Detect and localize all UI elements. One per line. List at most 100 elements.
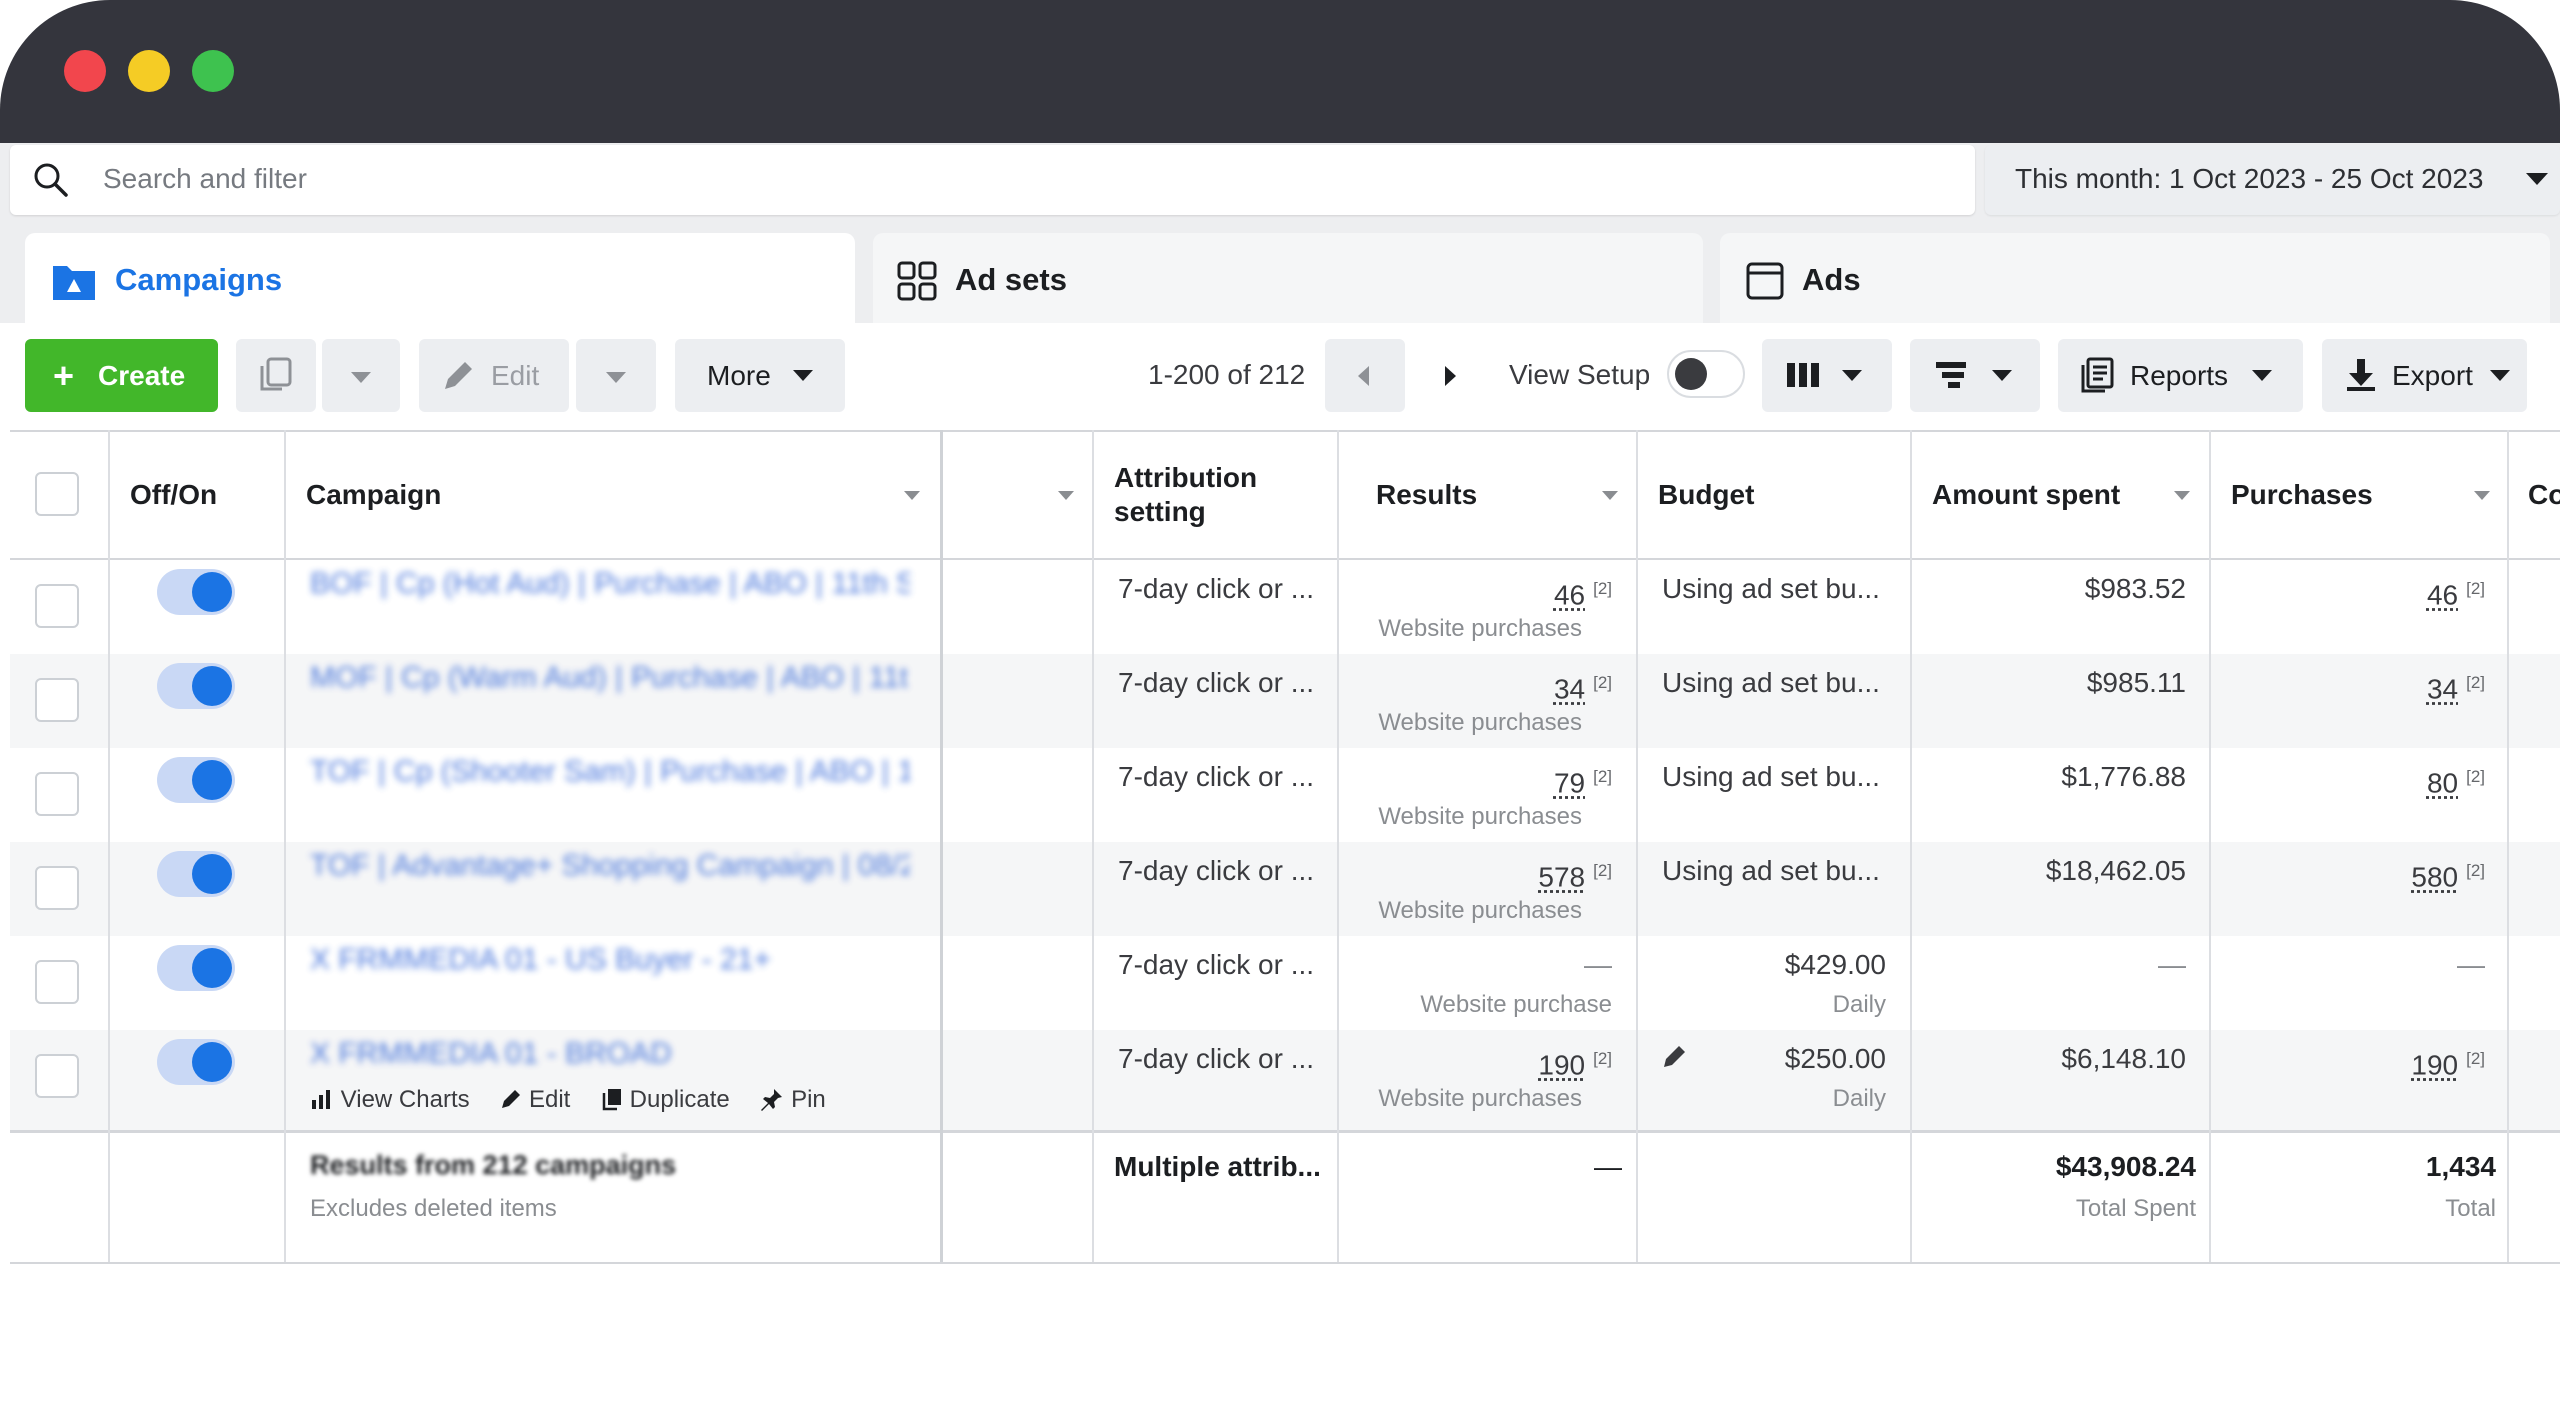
totals-results: — bbox=[1594, 1151, 1622, 1182]
purchases-cell[interactable]: 190 [2] bbox=[2411, 1042, 2485, 1082]
close-window-button[interactable] bbox=[64, 50, 106, 92]
reports-button-label: Reports bbox=[2130, 360, 2229, 391]
amount-spent-cell: — bbox=[2158, 949, 2186, 980]
sort-caret-icon[interactable] bbox=[904, 491, 920, 500]
results-subtext: Website purchases bbox=[1378, 709, 1582, 736]
chevron-down-icon bbox=[2526, 173, 2548, 185]
sort-caret-icon[interactable] bbox=[1602, 491, 1618, 500]
campaign-toggle[interactable] bbox=[157, 851, 235, 897]
export-button[interactable]: Export bbox=[2322, 339, 2527, 412]
column-header-budget[interactable]: Budget bbox=[1658, 430, 1888, 560]
duplicate-label: Duplicate bbox=[629, 1086, 730, 1113]
duplicate-icon bbox=[602, 1089, 621, 1111]
campaign-name-link[interactable]: X FRMMEDIA 01 - US Buyer - 21+ bbox=[310, 943, 910, 977]
next-page-button[interactable] bbox=[1410, 339, 1490, 412]
campaign-toggle[interactable] bbox=[157, 663, 235, 709]
duplicate-action[interactable]: Duplicate bbox=[601, 1084, 730, 1116]
ads-window-icon bbox=[1746, 262, 1784, 300]
row-checkbox[interactable] bbox=[35, 960, 79, 1004]
results-cell[interactable]: 190 [2] bbox=[1538, 1042, 1612, 1082]
campaign-name-link[interactable]: TOF | Advantage+ Shopping Campaign | 08/… bbox=[310, 849, 910, 883]
campaigns-folder-icon bbox=[53, 266, 95, 300]
purchases-cell[interactable]: 580 [2] bbox=[2411, 854, 2485, 894]
column-header-results[interactable]: Results bbox=[1376, 430, 1606, 560]
reports-button[interactable]: Reports bbox=[2058, 339, 2303, 412]
column-label: Attribution setting bbox=[1114, 462, 1258, 527]
sort-caret-icon[interactable] bbox=[1058, 491, 1074, 500]
campaign-name-link[interactable]: TOF | Cp (Shooter Sam) | Purchase | ABO … bbox=[310, 755, 910, 789]
columns-button[interactable] bbox=[1762, 339, 1892, 412]
results-cell[interactable]: 578 [2] bbox=[1538, 854, 1612, 894]
tab-ad-sets[interactable]: Ad sets bbox=[873, 233, 1703, 333]
date-range-picker[interactable]: This month: 1 Oct 2023 - 25 Oct 2023 bbox=[1985, 145, 2560, 215]
view-charts-action[interactable]: View Charts bbox=[310, 1084, 470, 1116]
toggle-knob bbox=[192, 854, 232, 894]
column-header-attribution[interactable]: Attribution setting bbox=[1114, 430, 1324, 560]
previous-page-button[interactable] bbox=[1325, 339, 1405, 412]
results-cell[interactable]: 79 [2] bbox=[1554, 760, 1612, 800]
purchases-cell[interactable]: 46 [2] bbox=[2427, 572, 2485, 612]
column-header-campaign[interactable]: Campaign bbox=[306, 430, 926, 560]
breakdown-button[interactable] bbox=[1910, 339, 2040, 412]
campaign-toggle[interactable] bbox=[157, 757, 235, 803]
pin-action[interactable]: Pin bbox=[760, 1084, 826, 1116]
toggle-knob bbox=[1675, 358, 1707, 390]
duplicate-options-dropdown[interactable] bbox=[322, 339, 400, 412]
campaign-toggle[interactable] bbox=[157, 569, 235, 615]
purchases-value: 80 bbox=[2426, 767, 2459, 799]
create-button[interactable]: + Create bbox=[25, 339, 218, 412]
row-checkbox[interactable] bbox=[35, 584, 79, 628]
column-label: Campaign bbox=[306, 479, 442, 510]
columns-icon bbox=[1787, 363, 1819, 387]
divider bbox=[1910, 430, 1912, 1262]
campaign-name-link[interactable]: BOF | Cp (Hot Aud) | Purchase | ABO | 11… bbox=[310, 567, 910, 601]
row-checkbox[interactable] bbox=[35, 866, 79, 910]
budget-subtext: Daily bbox=[1832, 1085, 1886, 1112]
chevron-down-icon bbox=[1992, 370, 2012, 381]
campaign-name-link[interactable]: X FRMMEDIA 01 - BROAD bbox=[310, 1037, 910, 1071]
more-button[interactable]: More bbox=[675, 339, 845, 412]
row-checkbox[interactable] bbox=[35, 772, 79, 816]
purchases-value: 190 bbox=[2411, 1049, 2459, 1081]
search-input[interactable]: Search and filter bbox=[10, 145, 1975, 215]
column-header-purchases[interactable]: Purchases bbox=[2231, 430, 2481, 560]
pagination-text: 1-200 of 212 bbox=[1148, 359, 1306, 390]
chevron-down-icon bbox=[2490, 370, 2510, 381]
tab-ads[interactable]: Ads bbox=[1720, 233, 2550, 333]
chevron-down-icon bbox=[793, 370, 813, 381]
column-label: Purchases bbox=[2231, 479, 2373, 510]
results-cell[interactable]: 34 [2] bbox=[1554, 666, 1612, 706]
column-header-amount-spent[interactable]: Amount spent bbox=[1932, 430, 2182, 560]
minimize-window-button[interactable] bbox=[128, 50, 170, 92]
row-checkbox[interactable] bbox=[35, 678, 79, 722]
duplicate-button[interactable] bbox=[236, 339, 316, 412]
purchases-value: 580 bbox=[2411, 861, 2459, 893]
column-header-off-on[interactable]: Off/On bbox=[130, 430, 280, 560]
purchases-cell[interactable]: 80 [2] bbox=[2427, 760, 2485, 800]
tab-ad-sets-label: Ad sets bbox=[955, 262, 1067, 297]
edit-button-label: Edit bbox=[491, 360, 540, 391]
campaign-toggle[interactable] bbox=[157, 945, 235, 991]
pencil-icon[interactable] bbox=[1662, 1043, 1688, 1069]
select-all-checkbox[interactable] bbox=[35, 472, 79, 516]
divider bbox=[284, 430, 286, 1262]
column-header-next[interactable]: Co bbox=[2528, 430, 2560, 560]
results-cell[interactable]: 46 [2] bbox=[1554, 572, 1612, 612]
purchases-cell: — bbox=[2457, 949, 2485, 980]
maximize-window-button[interactable] bbox=[192, 50, 234, 92]
campaign-name-link[interactable]: MOF | Cp (Warm Aud) | Purchase | ABO | 1… bbox=[310, 661, 910, 695]
view-setup-toggle[interactable] bbox=[1667, 350, 1745, 398]
purchases-cell[interactable]: 34 [2] bbox=[2427, 666, 2485, 706]
row-checkbox[interactable] bbox=[35, 1054, 79, 1098]
edit-action[interactable]: Edit bbox=[500, 1084, 570, 1116]
tab-campaigns[interactable]: Campaigns bbox=[25, 233, 855, 333]
chevron-right-icon bbox=[1445, 366, 1456, 386]
edit-button[interactable]: Edit bbox=[419, 339, 569, 412]
edit-options-dropdown[interactable] bbox=[576, 339, 656, 412]
campaign-toggle[interactable] bbox=[157, 1039, 235, 1085]
sort-caret-icon[interactable] bbox=[2474, 491, 2490, 500]
sort-caret-icon[interactable] bbox=[2174, 491, 2190, 500]
divider bbox=[1636, 430, 1638, 1262]
divider bbox=[10, 1262, 2560, 1264]
column-label: Co bbox=[2528, 479, 2560, 510]
